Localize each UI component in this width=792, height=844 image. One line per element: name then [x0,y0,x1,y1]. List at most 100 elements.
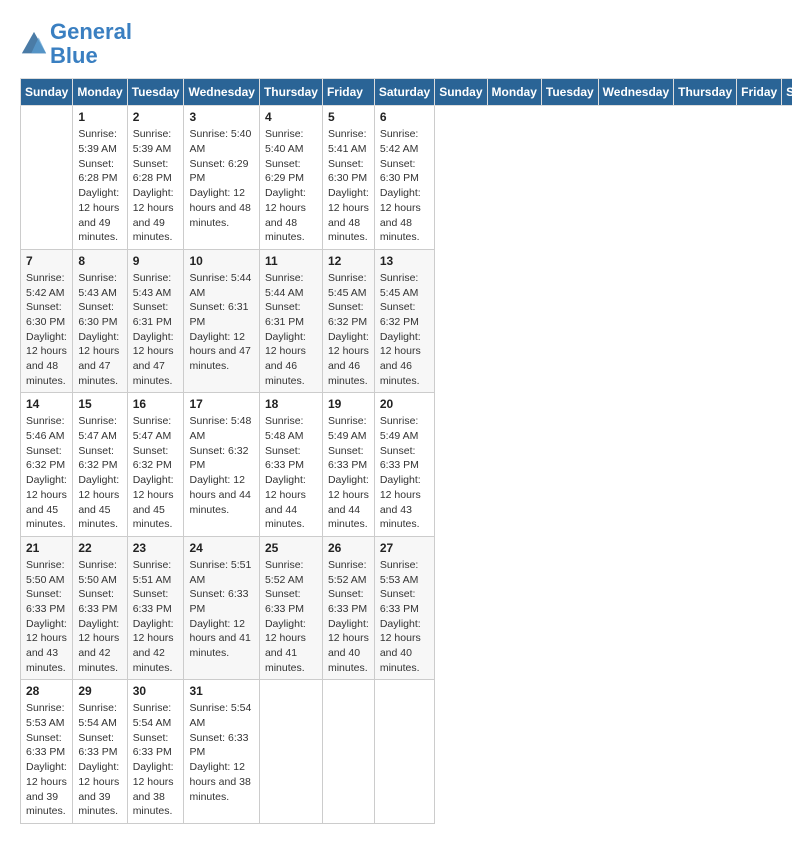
logo-text: General Blue [50,20,132,68]
day-number: 29 [78,684,121,698]
header-monday: Monday [73,79,127,106]
day-number: 4 [265,110,317,124]
calendar-cell: 22 Sunrise: 5:50 AMSunset: 6:33 PMDayligh… [73,536,127,680]
day-info: Sunrise: 5:54 AMSunset: 6:33 PMDaylight:… [189,701,253,804]
day-number: 15 [78,397,121,411]
col-header-wednesday: Wednesday [598,79,673,106]
week-row-4: 21 Sunrise: 5:50 AMSunset: 6:33 PMDayligh… [21,536,792,680]
page-header: General Blue [20,20,772,68]
day-number: 23 [133,541,179,555]
col-header-thursday: Thursday [674,79,737,106]
calendar-cell: 25Sunrise: 5:52 AMSunset: 6:33 PMDayligh… [259,536,322,680]
day-info: Sunrise: 5:43 AMSunset: 6:30 PMDaylight:… [78,271,121,389]
day-info: Sunrise: 5:51 AMSunset: 6:33 PMDaylight:… [133,558,179,676]
calendar-cell: 17Sunrise: 5:48 AMSunset: 6:32 PMDayligh… [184,393,259,537]
day-info: Sunrise: 5:40 AMSunset: 6:29 PMDaylight:… [189,127,253,230]
day-number: 6 [380,110,429,124]
day-number: 30 [133,684,179,698]
col-header-friday: Friday [737,79,782,106]
day-info: Sunrise: 5:41 AMSunset: 6:30 PMDaylight:… [328,127,369,245]
day-info: Sunrise: 5:53 AMSunset: 6:33 PMDaylight:… [26,701,67,819]
day-info: Sunrise: 5:39 AMSunset: 6:28 PMDaylight:… [133,127,179,245]
day-info: Sunrise: 5:43 AMSunset: 6:31 PMDaylight:… [133,271,179,389]
day-number: 31 [189,684,253,698]
logo-icon [20,30,48,58]
header-saturday: Saturday [374,79,434,106]
calendar-cell: 18 Sunrise: 5:48 AMSunset: 6:33 PMDayligh… [259,393,322,537]
col-header-tuesday: Tuesday [541,79,598,106]
day-number: 7 [26,254,67,268]
day-number: 20 [380,397,429,411]
logo: General Blue [20,20,132,68]
calendar-cell: 30 Sunrise: 5:54 AMSunset: 6:33 PMDayligh… [127,680,184,824]
calendar-cell: 9 Sunrise: 5:43 AMSunset: 6:31 PMDaylight… [127,249,184,393]
calendar-cell: 11 Sunrise: 5:44 AMSunset: 6:31 PMDayligh… [259,249,322,393]
day-info: Sunrise: 5:51 AMSunset: 6:33 PMDaylight:… [189,558,253,661]
calendar-cell: 5 Sunrise: 5:41 AMSunset: 6:30 PMDaylight… [322,106,374,250]
day-number: 25 [265,541,317,555]
calendar-cell: 8Sunrise: 5:43 AMSunset: 6:30 PMDaylight… [73,249,127,393]
day-number: 3 [189,110,253,124]
calendar-cell: 14 Sunrise: 5:46 AMSunset: 6:32 PMDayligh… [21,393,73,537]
day-info: Sunrise: 5:49 AMSunset: 6:33 PMDaylight:… [380,414,429,532]
day-info: Sunrise: 5:46 AMSunset: 6:32 PMDaylight:… [26,414,67,532]
day-info: Sunrise: 5:47 AMSunset: 6:32 PMDaylight:… [78,414,121,532]
header-thursday: Thursday [259,79,322,106]
calendar-cell: 31 Sunrise: 5:54 AMSunset: 6:33 PMDayligh… [184,680,259,824]
day-info: Sunrise: 5:48 AMSunset: 6:32 PMDaylight:… [189,414,253,517]
day-number: 11 [265,254,317,268]
day-number: 14 [26,397,67,411]
day-info: Sunrise: 5:42 AMSunset: 6:30 PMDaylight:… [380,127,429,245]
day-info: Sunrise: 5:47 AMSunset: 6:32 PMDaylight:… [133,414,179,532]
calendar-cell: 19Sunrise: 5:49 AMSunset: 6:33 PMDayligh… [322,393,374,537]
day-info: Sunrise: 5:49 AMSunset: 6:33 PMDaylight:… [328,414,369,532]
calendar-cell: 13Sunrise: 5:45 AMSunset: 6:32 PMDayligh… [374,249,434,393]
day-info: Sunrise: 5:48 AMSunset: 6:33 PMDaylight:… [265,414,317,532]
header-sunday: Sunday [21,79,73,106]
calendar-cell: 3 Sunrise: 5:40 AMSunset: 6:29 PMDaylight… [184,106,259,250]
day-number: 27 [380,541,429,555]
week-row-3: 14 Sunrise: 5:46 AMSunset: 6:32 PMDayligh… [21,393,792,537]
day-info: Sunrise: 5:52 AMSunset: 6:33 PMDaylight:… [328,558,369,676]
day-number: 21 [26,541,67,555]
day-info: Sunrise: 5:44 AMSunset: 6:31 PMDaylight:… [265,271,317,389]
header-friday: Friday [322,79,374,106]
col-header-monday: Monday [487,79,541,106]
day-number: 18 [265,397,317,411]
calendar-table: SundayMondayTuesdayWednesdayThursdayFrid… [20,78,792,824]
day-number: 24 [189,541,253,555]
calendar-cell: 1 Sunrise: 5:39 AMSunset: 6:28 PMDaylight… [73,106,127,250]
calendar-cell: 29Sunrise: 5:54 AMSunset: 6:33 PMDayligh… [73,680,127,824]
day-info: Sunrise: 5:45 AMSunset: 6:32 PMDaylight:… [380,271,429,389]
calendar-cell: 20 Sunrise: 5:49 AMSunset: 6:33 PMDayligh… [374,393,434,537]
calendar-cell: 26Sunrise: 5:52 AMSunset: 6:33 PMDayligh… [322,536,374,680]
calendar-cell: 24 Sunrise: 5:51 AMSunset: 6:33 PMDayligh… [184,536,259,680]
calendar-cell [259,680,322,824]
calendar-cell: 21 Sunrise: 5:50 AMSunset: 6:33 PMDayligh… [21,536,73,680]
day-number: 5 [328,110,369,124]
day-number: 28 [26,684,67,698]
calendar-cell [322,680,374,824]
day-info: Sunrise: 5:40 AMSunset: 6:29 PMDaylight:… [265,127,317,245]
col-header-sunday: Sunday [435,79,487,106]
week-row-5: 28 Sunrise: 5:53 AMSunset: 6:33 PMDayligh… [21,680,792,824]
calendar-cell [21,106,73,250]
day-info: Sunrise: 5:50 AMSunset: 6:33 PMDaylight:… [78,558,121,676]
day-info: Sunrise: 5:42 AMSunset: 6:30 PMDaylight:… [26,271,67,389]
day-number: 22 [78,541,121,555]
header-wednesday: Wednesday [184,79,259,106]
calendar-cell: 27 Sunrise: 5:53 AMSunset: 6:33 PMDayligh… [374,536,434,680]
day-number: 1 [78,110,121,124]
day-info: Sunrise: 5:50 AMSunset: 6:33 PMDaylight:… [26,558,67,676]
day-info: Sunrise: 5:39 AMSunset: 6:28 PMDaylight:… [78,127,121,245]
week-row-1: 1 Sunrise: 5:39 AMSunset: 6:28 PMDaylight… [21,106,792,250]
calendar-cell: 12Sunrise: 5:45 AMSunset: 6:32 PMDayligh… [322,249,374,393]
day-info: Sunrise: 5:53 AMSunset: 6:33 PMDaylight:… [380,558,429,676]
calendar-cell: 4 Sunrise: 5:40 AMSunset: 6:29 PMDaylight… [259,106,322,250]
week-row-2: 7 Sunrise: 5:42 AMSunset: 6:30 PMDaylight… [21,249,792,393]
day-number: 12 [328,254,369,268]
calendar-cell: 28 Sunrise: 5:53 AMSunset: 6:33 PMDayligh… [21,680,73,824]
calendar-cell [374,680,434,824]
day-number: 9 [133,254,179,268]
day-info: Sunrise: 5:54 AMSunset: 6:33 PMDaylight:… [133,701,179,819]
